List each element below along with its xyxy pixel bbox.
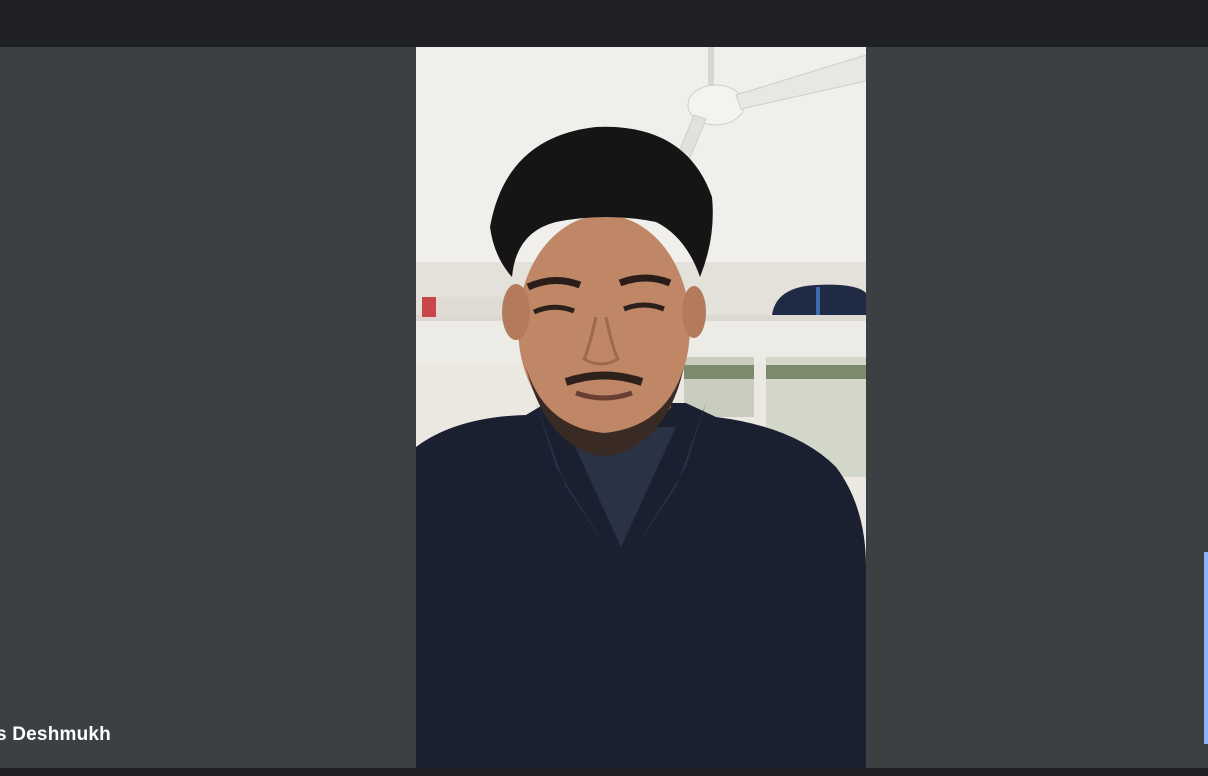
bottom-strip: [0, 768, 1208, 776]
side-panel-edge[interactable]: [1204, 552, 1208, 744]
participant-video-tile[interactable]: [416, 47, 866, 768]
participant-name-label: s Deshmukh: [0, 724, 111, 745]
participant-video-feed: [416, 47, 866, 768]
top-bar: [0, 0, 1208, 47]
